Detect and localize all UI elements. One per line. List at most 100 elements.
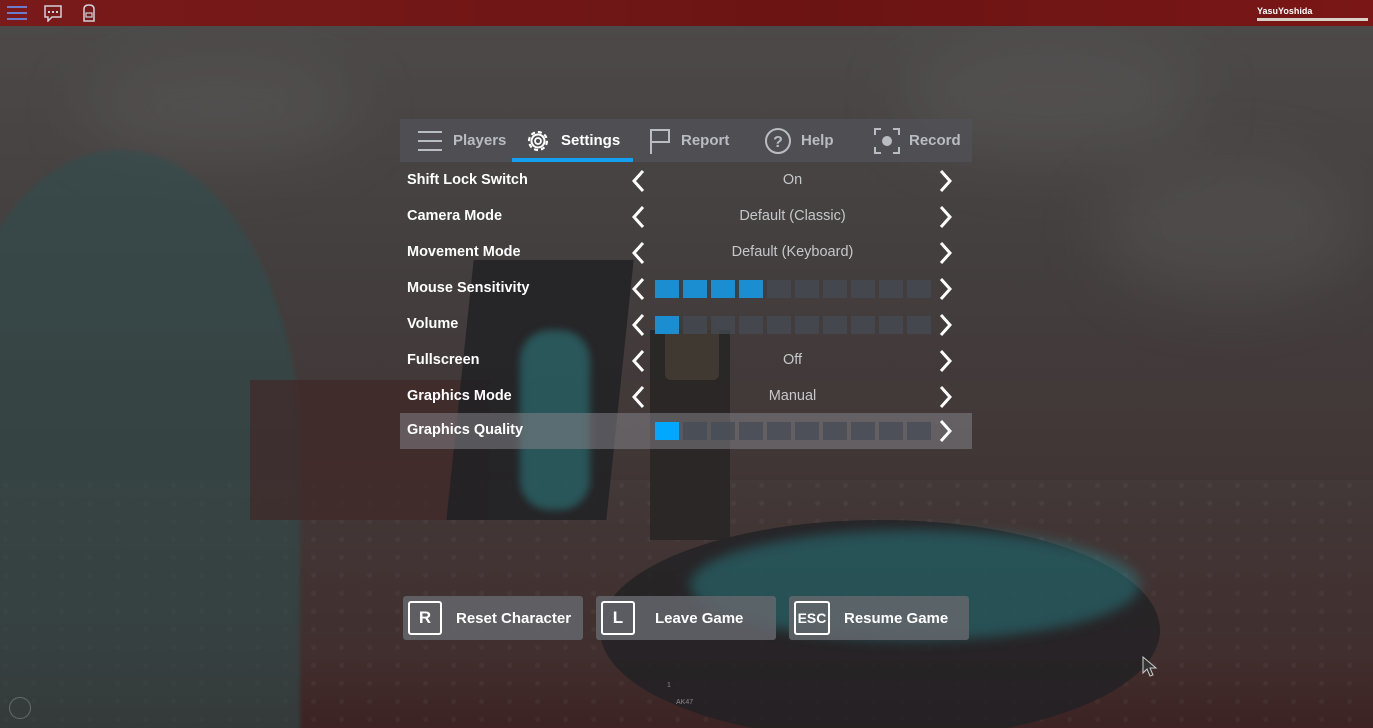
chevron-left-icon — [631, 277, 645, 301]
svg-text:?: ? — [773, 134, 783, 151]
backpack-icon — [83, 4, 95, 22]
chevron-right-icon — [939, 313, 953, 337]
slider-segment[interactable] — [739, 422, 763, 440]
slider-segment[interactable] — [907, 316, 931, 334]
backpack-button[interactable] — [77, 1, 101, 25]
slider-segment[interactable] — [655, 422, 679, 440]
flag-icon — [648, 127, 672, 155]
setting-label: Graphics Mode — [407, 388, 512, 404]
slider-segment[interactable] — [655, 316, 679, 334]
leave-game-button[interactable]: L Leave Game — [596, 596, 776, 640]
health-bar — [1257, 18, 1368, 21]
resume-game-button[interactable]: ESC Resume Game — [789, 596, 969, 640]
slider-segment[interactable] — [851, 422, 875, 440]
slider-segment[interactable] — [711, 280, 735, 298]
previous-option-button[interactable] — [625, 167, 651, 195]
key-hint: L — [601, 601, 635, 635]
slider-segment[interactable] — [739, 316, 763, 334]
chevron-left-icon — [631, 241, 645, 265]
setting-label: Mouse Sensitivity — [407, 280, 530, 296]
chevron-left-icon — [631, 385, 645, 409]
chevron-left-icon — [631, 313, 645, 337]
graphics-quality-slider[interactable] — [655, 422, 931, 440]
setting-label: Fullscreen — [407, 352, 480, 368]
tab-settings[interactable]: Settings — [524, 119, 632, 162]
setting-row-volume: Volume — [400, 307, 972, 343]
setting-row-movement-mode: Movement Mode Default (Keyboard) — [400, 235, 972, 271]
hotbar-slot-label: AK47 — [676, 699, 694, 706]
slider-segment[interactable] — [795, 280, 819, 298]
active-tab-indicator — [512, 158, 633, 162]
username-label: YasuYoshida — [1257, 6, 1313, 16]
slider-segment[interactable] — [795, 422, 819, 440]
slider-segment[interactable] — [739, 280, 763, 298]
slider-segment[interactable] — [823, 280, 847, 298]
chevron-right-icon — [939, 205, 953, 229]
slider-segment[interactable] — [683, 422, 707, 440]
tab-report[interactable]: Report — [648, 119, 748, 162]
slider-segment[interactable] — [879, 280, 903, 298]
setting-label: Shift Lock Switch — [407, 172, 528, 188]
previous-option-button[interactable] — [625, 203, 651, 231]
tab-label: Record — [909, 132, 961, 149]
slider-segment[interactable] — [879, 422, 903, 440]
chevron-right-icon — [939, 169, 953, 193]
setting-row-graphics-mode: Graphics Mode Manual — [400, 379, 972, 415]
slider-segment[interactable] — [851, 280, 875, 298]
slider-segment[interactable] — [823, 316, 847, 334]
previous-option-button[interactable] — [625, 383, 651, 411]
tab-label: Report — [681, 132, 730, 149]
chevron-left-icon — [631, 169, 645, 193]
setting-value: Default (Keyboard) — [731, 244, 854, 260]
setting-label: Camera Mode — [407, 208, 503, 224]
setting-label: Graphics Quality — [407, 422, 524, 438]
previous-option-button[interactable] — [625, 347, 651, 375]
reset-character-button[interactable]: R Reset Character — [403, 596, 583, 640]
tab-label: Players — [453, 132, 507, 149]
slider-segment[interactable] — [907, 280, 931, 298]
next-option-button[interactable] — [933, 383, 959, 411]
slider-segment[interactable] — [879, 316, 903, 334]
slider-segment[interactable] — [907, 422, 931, 440]
decrease-button[interactable] — [625, 275, 651, 303]
tab-label: Help — [801, 132, 834, 149]
increase-button[interactable] — [933, 311, 959, 339]
slider-segment[interactable] — [711, 422, 735, 440]
next-option-button[interactable] — [933, 239, 959, 267]
setting-label: Volume — [407, 316, 459, 332]
next-option-button[interactable] — [933, 203, 959, 231]
tab-players[interactable]: Players — [416, 119, 516, 162]
mouse-sensitivity-slider[interactable] — [655, 280, 931, 298]
mouse-cursor-icon — [1142, 655, 1158, 683]
decrease-button[interactable] — [625, 311, 651, 339]
slider-segment[interactable] — [655, 280, 679, 298]
slider-segment[interactable] — [823, 422, 847, 440]
slider-segment[interactable] — [767, 280, 791, 298]
increase-button[interactable] — [933, 275, 959, 303]
hamburger-menu-button[interactable] — [5, 1, 29, 25]
tab-record[interactable]: Record — [874, 119, 964, 162]
slider-segment[interactable] — [851, 316, 875, 334]
menu-icon — [7, 6, 27, 20]
hotbar-slot-number: 1 — [667, 682, 671, 689]
tab-help[interactable]: ? Help — [764, 119, 844, 162]
slider-segment[interactable] — [767, 316, 791, 334]
gear-icon — [524, 127, 552, 155]
slider-segment[interactable] — [795, 316, 819, 334]
previous-option-button[interactable] — [625, 239, 651, 267]
chat-button[interactable] — [41, 1, 65, 25]
next-option-button[interactable] — [933, 347, 959, 375]
setting-row-mouse-sensitivity: Mouse Sensitivity — [400, 271, 972, 307]
slider-segment[interactable] — [767, 422, 791, 440]
next-option-button[interactable] — [933, 167, 959, 195]
slider-segment[interactable] — [683, 280, 707, 298]
chat-icon — [44, 5, 62, 22]
setting-row-graphics-quality: Graphics Quality — [400, 413, 972, 449]
slider-segment[interactable] — [683, 316, 707, 334]
key-hint: R — [408, 601, 442, 635]
tab-label: Settings — [561, 132, 621, 149]
increase-button[interactable] — [933, 417, 959, 445]
setting-value: Default (Classic) — [739, 208, 846, 224]
volume-slider[interactable] — [655, 316, 931, 334]
slider-segment[interactable] — [711, 316, 735, 334]
